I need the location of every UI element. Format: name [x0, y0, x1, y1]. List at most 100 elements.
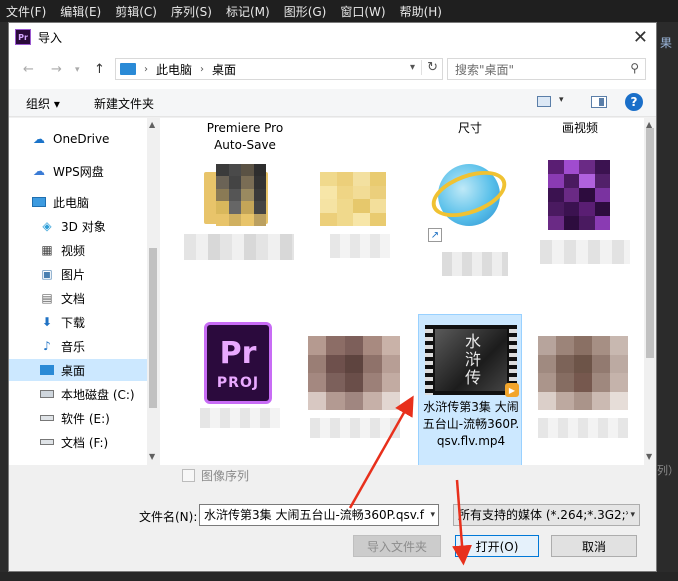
file-label-blurred — [538, 418, 628, 438]
nav-item-label: 软件 (E:) — [61, 411, 110, 426]
up-arrow-icon[interactable]: ↑ — [94, 62, 105, 77]
folder-icon[interactable] — [320, 166, 390, 258]
refresh-icon[interactable]: ↻ — [421, 60, 438, 75]
nav-item-documents[interactable]: ▤ 文档 — [9, 287, 149, 309]
new-folder-button[interactable]: 新建文件夹 — [94, 95, 154, 112]
selected-video-file[interactable]: 水浒传 ▶ 水浒传第3集 大闹五台山-流畅360P.qsv.flv.mp4 — [418, 314, 522, 465]
image-sequence-checkbox[interactable] — [182, 469, 195, 482]
nav-item-drive-c[interactable]: 本地磁盘 (C:) — [9, 383, 149, 405]
file-label-chicun[interactable]: 尺寸 — [430, 120, 510, 137]
nav-item-label: 3D 对象 — [61, 219, 106, 234]
image-thumbnail[interactable] — [308, 336, 400, 410]
nav-item-videos[interactable]: ▦ 视频 — [9, 239, 149, 261]
address-row: ← → ▾ ↑ › 此电脑 › 桌面 ▾ ↻ 搜索"桌面" ⚲ — [9, 51, 656, 89]
menu-clip[interactable]: 剪辑(C) — [115, 3, 157, 20]
nav-item-downloads[interactable]: ⬇ 下载 — [9, 311, 149, 333]
file-scrollbar[interactable]: ▲ ▼ — [644, 118, 656, 465]
menu-graphics[interactable]: 图形(G) — [284, 3, 327, 20]
menu-help[interactable]: 帮助(H) — [400, 3, 442, 20]
nav-item-label: 视频 — [61, 243, 86, 258]
import-dialog: Pr 导入 ✕ ← → ▾ ↑ › 此电脑 › 桌面 ▾ ↻ 搜索"桌面" ⚲ … — [8, 22, 657, 572]
file-label-huashipin[interactable]: 画视频 — [540, 120, 620, 137]
import-folder-button[interactable]: 导入文件夹 — [353, 535, 441, 557]
back-arrow-icon[interactable]: ← — [23, 62, 34, 77]
drive-icon — [39, 435, 55, 449]
scroll-thumb[interactable] — [646, 128, 654, 358]
address-dropdown-icon[interactable]: ▾ — [410, 62, 415, 73]
scroll-thumb[interactable] — [149, 248, 157, 408]
file-name-label: 水浒传第3集 大闹五台山-流畅360P.qsv.flv.mp4 — [422, 400, 520, 448]
nav-item-music[interactable]: ♪ 音乐 — [9, 335, 149, 357]
view-mode-icon[interactable] — [537, 96, 551, 107]
search-input[interactable]: 搜索"桌面" ⚲ — [447, 58, 646, 80]
nav-item-label: 音乐 — [61, 339, 86, 354]
proj-text: PROJ — [216, 374, 260, 391]
file-label-blurred — [200, 408, 280, 428]
open-button[interactable]: 打开(O) — [455, 535, 539, 557]
cancel-button[interactable]: 取消 — [551, 535, 637, 557]
help-icon[interactable]: ? — [625, 93, 643, 111]
menu-file[interactable]: 文件(F) — [6, 3, 46, 20]
dialog-titlebar: Pr 导入 ✕ — [9, 23, 656, 51]
file-type-select[interactable]: 所有支持的媒体 (*.264;*.3G2;* ▾ — [453, 504, 640, 526]
forward-arrow-icon[interactable]: → — [51, 62, 62, 77]
nav-item-pictures[interactable]: ▣ 图片 — [9, 263, 149, 285]
preview-pane-icon[interactable] — [591, 96, 607, 108]
scroll-down-icon[interactable]: ▼ — [646, 452, 652, 461]
organize-button[interactable]: 组织 ▾ — [26, 95, 60, 112]
nav-item-label: 图片 — [61, 267, 86, 282]
background-panel-right: 果 列） — [657, 22, 678, 581]
breadcrumb-this-pc[interactable]: 此电脑 — [156, 61, 192, 78]
address-bar[interactable]: › 此电脑 › 桌面 ▾ ↻ — [115, 58, 443, 80]
download-icon: ⬇ — [41, 315, 53, 329]
computer-icon — [120, 63, 136, 75]
breadcrumb-desktop[interactable]: 桌面 — [212, 61, 236, 78]
file-type-value: 所有支持的媒体 (*.264;*.3G2;* — [458, 508, 632, 522]
image-thumbnail[interactable] — [538, 336, 628, 410]
nav-item-desktop[interactable]: 桌面 — [9, 359, 147, 381]
cloud-outline-icon: ☁ — [33, 164, 45, 178]
nav-item-wps[interactable]: ☁ WPS网盘 — [9, 160, 149, 182]
nav-item-label: 下载 — [61, 315, 86, 330]
breadcrumb-separator-icon: › — [200, 63, 205, 75]
filename-input[interactable]: 水浒传第3集 大闹五台山-流畅360P.qsv.f ▾ — [199, 504, 439, 526]
shortcut-arrow-icon: ↗ — [428, 228, 442, 242]
nav-item-label: 桌面 — [61, 363, 86, 378]
navigation-pane: ☁ OneDrive ☁ WPS网盘 此电脑 ◈ 3D 对象 ▦ 视频 ▣ 图片… — [9, 118, 159, 465]
menu-marker[interactable]: 标记(M) — [226, 3, 270, 20]
scroll-down-icon[interactable]: ▼ — [149, 452, 155, 461]
folder-icon[interactable] — [184, 164, 294, 260]
nav-item-label: WPS网盘 — [53, 164, 104, 179]
video-frame: 水浒传 — [435, 329, 507, 391]
file-label-premiere-autosave[interactable]: Premiere Pro Auto-Save — [190, 120, 300, 154]
background-panel-text: 果 — [660, 36, 673, 50]
nav-item-onedrive[interactable]: ☁ OneDrive — [9, 128, 149, 150]
menu-sequence[interactable]: 序列(S) — [171, 3, 212, 20]
view-dropdown-icon[interactable]: ▾ — [559, 95, 564, 105]
menu-window[interactable]: 窗口(W) — [340, 3, 385, 20]
cloud-icon: ☁ — [33, 132, 45, 146]
premiere-file-icon[interactable] — [540, 160, 630, 264]
menu-edit[interactable]: 编辑(E) — [60, 3, 101, 20]
close-icon[interactable]: ✕ — [633, 27, 648, 48]
nav-item-drive-f[interactable]: 文档 (F:) — [9, 431, 149, 453]
film-perforation — [425, 325, 433, 395]
nav-item-3d-objects[interactable]: ◈ 3D 对象 — [9, 215, 149, 237]
document-icon: ▤ — [41, 291, 53, 305]
image-sequence-option[interactable]: 图像序列 — [182, 467, 249, 484]
recent-dropdown-icon[interactable]: ▾ — [75, 65, 80, 75]
file-type-dropdown-icon[interactable]: ▾ — [628, 505, 635, 525]
premiere-project-icon[interactable]: Pr PROJ — [204, 322, 272, 404]
pr-text: Pr — [219, 335, 257, 371]
browser-shortcut-icon[interactable]: ↗ — [425, 160, 513, 276]
cube-icon: ◈ — [42, 219, 52, 233]
nav-scrollbar[interactable]: ▲ ▼ — [147, 118, 159, 465]
nav-item-this-pc[interactable]: 此电脑 — [9, 191, 149, 213]
nav-item-label: 文档 — [61, 291, 86, 306]
premiere-menubar: 文件(F) 编辑(E) 剪辑(C) 序列(S) 标记(M) 图形(G) 窗口(W… — [0, 0, 678, 22]
filename-value: 水浒传第3集 大闹五台山-流畅360P.qsv.f — [204, 508, 424, 522]
scroll-up-icon[interactable]: ▲ — [149, 120, 155, 129]
search-icon: ⚲ — [630, 61, 639, 75]
nav-item-drive-e[interactable]: 软件 (E:) — [9, 407, 149, 429]
filename-dropdown-icon[interactable]: ▾ — [430, 505, 435, 525]
